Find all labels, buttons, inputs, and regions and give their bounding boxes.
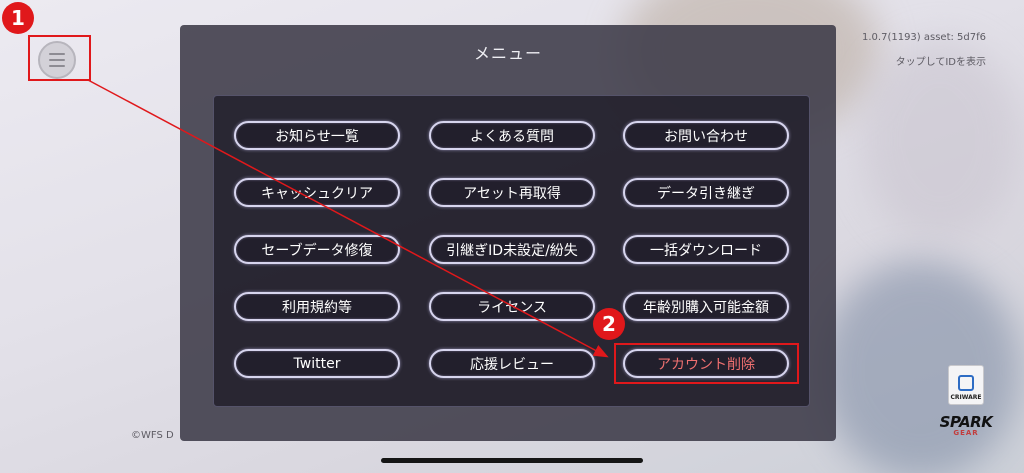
criware-mark-icon — [958, 375, 974, 391]
asset-redownload-button[interactable]: アセット再取得 — [429, 178, 595, 207]
age-purchase-limit-button[interactable]: 年齢別購入可能金額 — [623, 292, 789, 321]
news-button[interactable]: お知らせ一覧 — [234, 121, 400, 150]
copyright-text: ©WFS D — [131, 430, 174, 441]
background-art — [820, 260, 1020, 473]
spark-gear-logo: SPARK GEAR — [936, 415, 996, 437]
criware-logo-text: CRIWARE — [950, 394, 982, 401]
twitter-button[interactable]: Twitter — [234, 349, 400, 378]
data-transfer-button[interactable]: データ引き継ぎ — [623, 178, 789, 207]
gear-logo-text: GEAR — [953, 429, 979, 437]
save-data-repair-button[interactable]: セーブデータ修復 — [234, 235, 400, 264]
step-badge-2: 2 — [593, 308, 625, 340]
review-button[interactable]: 応援レビュー — [429, 349, 595, 378]
faq-button[interactable]: よくある質問 — [429, 121, 595, 150]
cache-clear-button[interactable]: キャッシュクリア — [234, 178, 400, 207]
step-badge-1: 1 — [2, 2, 34, 34]
bulk-download-button[interactable]: 一括ダウンロード — [623, 235, 789, 264]
highlight-box-delete-account — [614, 343, 799, 384]
background-art — [860, 40, 1020, 240]
version-text: 1.0.7(1193) asset: 5d7f6 — [862, 32, 986, 43]
highlight-box-menu — [28, 35, 91, 81]
license-button[interactable]: ライセンス — [429, 292, 595, 321]
contact-button[interactable]: お問い合わせ — [623, 121, 789, 150]
menu-title: メニュー — [473, 44, 542, 63]
show-id-link[interactable]: タップしてIDを表示 — [896, 53, 986, 68]
transfer-id-lost-button[interactable]: 引継ぎID未設定/紛失 — [429, 235, 595, 264]
spark-logo-text: SPARK — [939, 413, 993, 431]
terms-button[interactable]: 利用規約等 — [234, 292, 400, 321]
criware-logo: CRIWARE — [948, 365, 984, 405]
home-indicator[interactable] — [381, 458, 643, 463]
